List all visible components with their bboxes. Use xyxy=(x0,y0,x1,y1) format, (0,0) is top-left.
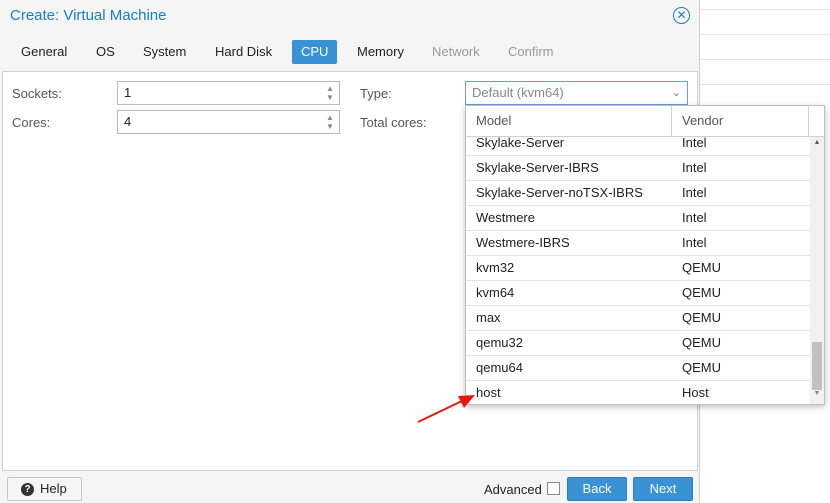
vendor-cell: Intel xyxy=(682,235,707,250)
model-cell: host xyxy=(476,385,501,400)
list-item[interactable]: Westmere Intel xyxy=(466,206,810,231)
vendor-cell: QEMU xyxy=(682,310,721,325)
vendor-cell: QEMU xyxy=(682,335,721,350)
list-item[interactable]: Westmere-IBRS Intel xyxy=(466,231,810,256)
tab-network: Network xyxy=(432,44,480,59)
background-row xyxy=(700,10,830,35)
help-button-label: Help xyxy=(40,481,67,496)
background-row xyxy=(700,60,830,85)
cpu-type-combobox[interactable]: Default (kvm64) ⌄ xyxy=(465,81,688,105)
list-item[interactable]: qemu32 QEMU xyxy=(466,331,810,356)
list-item[interactable]: host Host xyxy=(466,381,810,404)
vendor-cell: QEMU xyxy=(682,360,721,375)
scroll-down-icon[interactable]: ▼ xyxy=(810,390,824,402)
cpu-type-value: Default (kvm64) xyxy=(472,85,564,100)
scrollbar-thumb[interactable] xyxy=(812,342,822,390)
cores-value: 4 xyxy=(124,114,132,129)
tab-os[interactable]: OS xyxy=(87,40,124,64)
dropdown-scrollbar[interactable]: ▲ ▼ xyxy=(810,137,824,404)
advanced-label: Advanced xyxy=(484,482,542,497)
background-row xyxy=(700,0,830,10)
help-button[interactable]: ? Help xyxy=(7,477,82,501)
total-cores-label: Total cores: xyxy=(360,115,427,130)
question-circle-icon: ? xyxy=(21,483,34,496)
vendor-cell: Intel xyxy=(682,210,707,225)
cores-field[interactable]: 4 ▲ ▼ xyxy=(117,110,340,134)
list-item[interactable]: kvm32 QEMU xyxy=(466,256,810,281)
sockets-label: Sockets: xyxy=(12,86,62,101)
next-button[interactable]: Next xyxy=(633,477,693,501)
back-button[interactable]: Back xyxy=(567,477,627,501)
dialog-title: Create: Virtual Machine xyxy=(10,7,167,24)
sockets-field[interactable]: 1 ▲ ▼ xyxy=(117,81,340,105)
spinner-icon[interactable]: ▲ ▼ xyxy=(325,84,335,102)
advanced-checkbox[interactable] xyxy=(547,482,560,495)
tab-cpu[interactable]: CPU xyxy=(292,40,338,64)
model-cell: Westmere-IBRS xyxy=(476,235,570,250)
sockets-value: 1 xyxy=(124,85,132,100)
list-item[interactable]: kvm64 QEMU xyxy=(466,281,810,306)
vendor-cell: Intel xyxy=(682,185,707,200)
vendor-cell: Intel xyxy=(682,160,707,175)
tab-general[interactable]: General xyxy=(12,40,76,64)
model-cell: kvm32 xyxy=(476,260,515,275)
tab-hard-disk[interactable]: Hard Disk xyxy=(206,40,281,64)
dropdown-header: Model Vendor xyxy=(466,106,824,137)
list-item[interactable]: Skylake-Server Intel xyxy=(466,137,810,156)
model-cell: qemu64 xyxy=(476,360,523,375)
vendor-cell: QEMU xyxy=(682,260,721,275)
chevron-down-icon[interactable]: ⌄ xyxy=(672,82,681,104)
wizard-tabs: General OS System Hard Disk CPU Memory N… xyxy=(0,38,700,66)
tab-confirm: Confirm xyxy=(508,44,554,59)
cpu-type-dropdown: Model Vendor Skylake-Server Intel Skylake… xyxy=(465,105,825,405)
scroll-up-icon[interactable]: ▲ xyxy=(810,139,824,151)
model-cell: Skylake-Server xyxy=(476,137,565,150)
model-cell: kvm64 xyxy=(476,285,515,300)
list-item[interactable]: qemu64 QEMU xyxy=(466,356,810,381)
background-row xyxy=(700,35,830,60)
model-cell: Skylake-Server-noTSX-IBRS xyxy=(476,185,643,200)
spinner-icon[interactable]: ▲ ▼ xyxy=(325,113,335,131)
close-icon[interactable]: ✕ xyxy=(673,7,690,24)
column-header-vendor[interactable]: Vendor xyxy=(672,106,809,137)
tab-memory[interactable]: Memory xyxy=(348,40,413,64)
type-label: Type: xyxy=(360,86,392,101)
vendor-cell: Intel xyxy=(682,137,707,150)
model-cell: qemu32 xyxy=(476,335,523,350)
list-item[interactable]: max QEMU xyxy=(466,306,810,331)
vendor-cell: QEMU xyxy=(682,285,721,300)
model-cell: max xyxy=(476,310,501,325)
cores-label: Cores: xyxy=(12,115,51,130)
column-header-model[interactable]: Model xyxy=(466,106,672,137)
model-cell: Westmere xyxy=(476,210,535,225)
vendor-cell: Host xyxy=(682,385,709,400)
list-item[interactable]: Skylake-Server-noTSX-IBRS Intel xyxy=(466,181,810,206)
list-item[interactable]: Skylake-Server-IBRS Intel xyxy=(466,156,810,181)
model-cell: Skylake-Server-IBRS xyxy=(476,160,599,175)
dropdown-list: Skylake-Server Intel Skylake-Server-IBRS I… xyxy=(466,137,810,404)
tab-system[interactable]: System xyxy=(134,40,195,64)
